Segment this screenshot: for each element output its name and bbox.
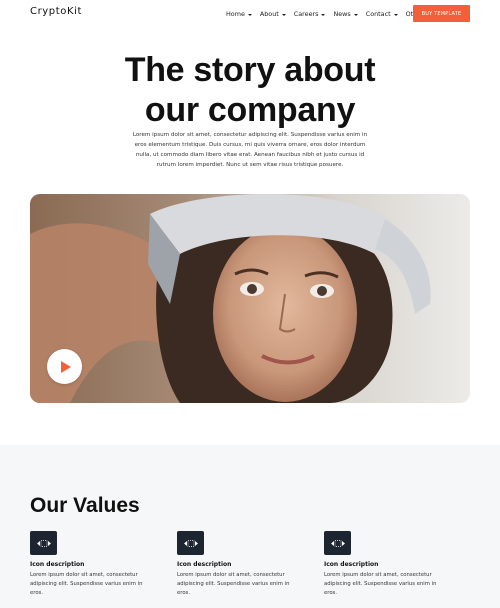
hero-photo [30, 194, 470, 403]
brand-logo[interactable]: CryptoKit [30, 6, 82, 17]
value-label: Icon description [177, 561, 232, 568]
arrows-expand-icon [177, 531, 204, 555]
value-label: Icon description [30, 561, 85, 568]
chevron-down-icon [353, 13, 358, 16]
top-navigation: CryptoKit Home About Careers News Contac… [0, 0, 500, 30]
nav-item-news[interactable]: News [333, 10, 358, 18]
play-icon [61, 360, 71, 373]
chevron-down-icon [247, 13, 252, 16]
nav-menu: Home About Careers News Contact Other [226, 10, 439, 18]
nav-item-label: Contact [365, 10, 391, 18]
nav-item-home[interactable]: Home [226, 10, 252, 18]
buy-template-button[interactable]: BUY TEMPLATE [413, 5, 470, 22]
arrows-expand-icon [30, 531, 57, 555]
nav-item-about[interactable]: About [260, 10, 286, 18]
play-button[interactable] [47, 349, 82, 384]
chevron-down-icon [393, 13, 398, 16]
values-title: Our Values [30, 494, 140, 517]
value-description: Lorem ipsum dolor sit amet, consectetur … [324, 572, 437, 596]
chevron-down-icon [321, 13, 326, 16]
page-title-line-1: The story about [124, 51, 376, 89]
value-description: Lorem ipsum dolor sit amet, consectetur … [30, 572, 143, 596]
nav-item-careers[interactable]: Careers [294, 10, 326, 18]
value-card: Icon description Lorem ipsum dolor sit a… [30, 531, 145, 598]
nav-item-label: Home [226, 10, 245, 18]
value-description: Lorem ipsum dolor sit amet, consectetur … [177, 572, 290, 596]
nav-item-label: About [259, 10, 279, 18]
chevron-down-icon [281, 13, 286, 16]
hero-video[interactable] [30, 194, 470, 403]
hero-subtitle: Lorem ipsum dolor sit amet, consectetur … [132, 132, 368, 168]
value-label: Icon description [324, 561, 379, 568]
page-title: The story about our company [0, 50, 500, 130]
value-card: Icon description Lorem ipsum dolor sit a… [324, 531, 439, 598]
page-title-line-2: our company [144, 91, 356, 129]
nav-item-contact[interactable]: Contact [366, 10, 398, 18]
arrows-expand-icon [324, 531, 351, 555]
value-card: Icon description Lorem ipsum dolor sit a… [177, 531, 292, 598]
nav-item-label: News [333, 10, 351, 18]
nav-item-label: Careers [293, 10, 319, 18]
